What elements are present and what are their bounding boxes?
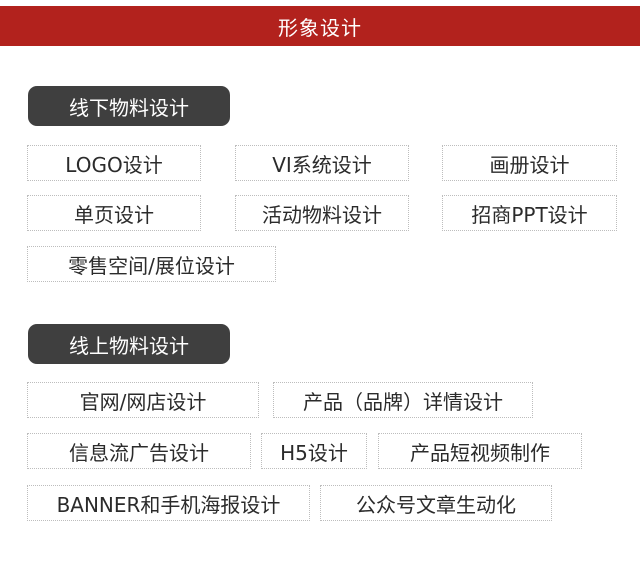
service-tag-vi-system[interactable]: VI系统设计 <box>235 145 409 181</box>
service-tag-retail-space[interactable]: 零售空间/展位设计 <box>27 246 276 282</box>
service-tag-brochure[interactable]: 画册设计 <box>442 145 617 181</box>
service-tag-h5[interactable]: H5设计 <box>261 433 367 469</box>
service-tag-website-shop[interactable]: 官网/网店设计 <box>27 382 259 418</box>
service-tag-logo[interactable]: LOGO设计 <box>27 145 201 181</box>
service-tag-event-materials[interactable]: 活动物料设计 <box>235 195 409 231</box>
service-tag-short-video[interactable]: 产品短视频制作 <box>378 433 582 469</box>
service-tag-investment-ppt[interactable]: 招商PPT设计 <box>442 195 617 231</box>
service-tag-flyer[interactable]: 单页设计 <box>27 195 201 231</box>
service-tag-wechat-article[interactable]: 公众号文章生动化 <box>320 485 552 521</box>
page-header: 形象设计 <box>0 6 640 46</box>
service-tag-banner-poster[interactable]: BANNER和手机海报设计 <box>27 485 310 521</box>
page-title: 形象设计 <box>278 15 362 40</box>
section-title-offline: 线下物料设计 <box>28 86 230 126</box>
service-tag-feed-ads[interactable]: 信息流广告设计 <box>27 433 251 469</box>
section-title-online: 线上物料设计 <box>28 324 230 364</box>
service-tag-product-detail[interactable]: 产品（品牌）详情设计 <box>273 382 533 418</box>
